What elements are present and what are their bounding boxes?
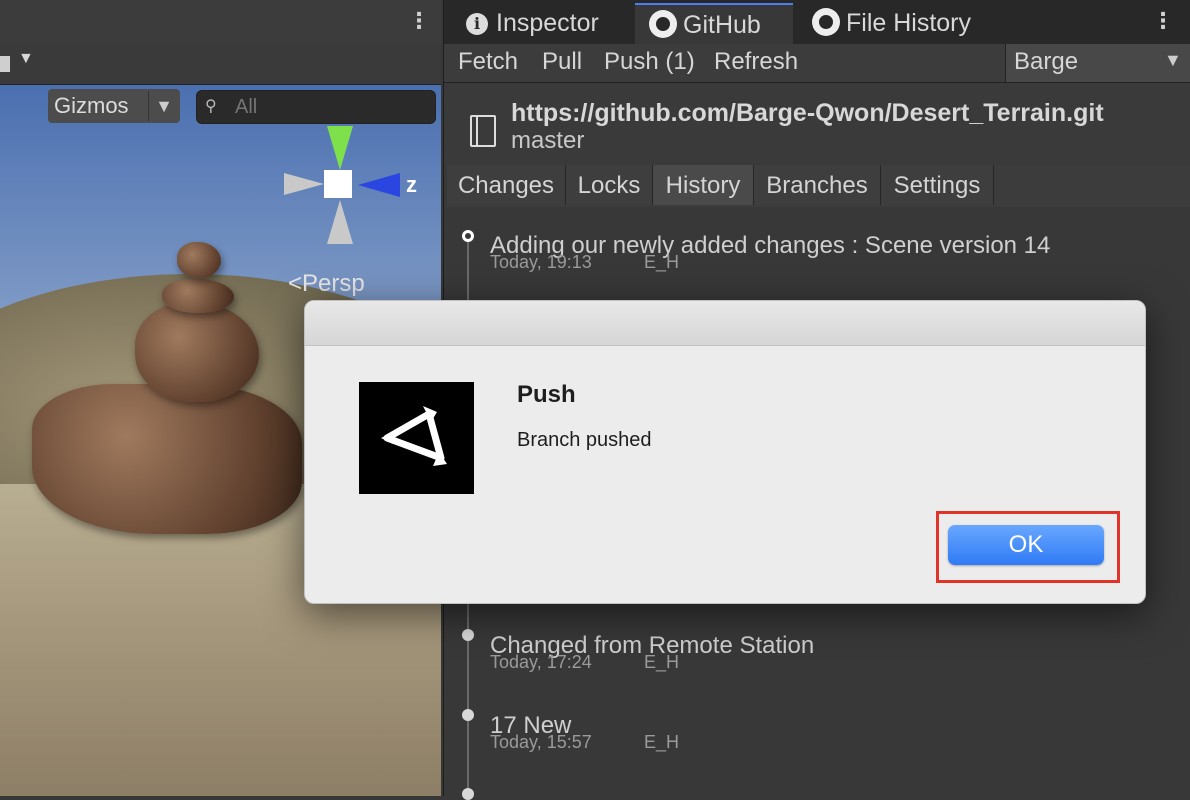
tab-label: File History xyxy=(846,9,972,37)
list-item[interactable]: Changed from Remote Station Today, 17:24… xyxy=(444,626,1190,686)
dialog-message: Branch pushed xyxy=(517,429,652,451)
commit-date: Today, 15:57 xyxy=(490,732,592,752)
tab-label: GitHub xyxy=(683,11,761,39)
pull-button[interactable]: Pull xyxy=(542,48,582,76)
dialog-title: Push xyxy=(517,381,576,408)
chevron-down-icon[interactable]: ▼ xyxy=(148,91,179,121)
commit-author: E_H xyxy=(644,732,680,752)
gizmo-x-cone[interactable] xyxy=(284,173,324,195)
list-item[interactable]: Adding our newly added changes : Scene v… xyxy=(444,226,1190,286)
repo-url: https://github.com/Barge-Qwon/Desert_Ter… xyxy=(511,99,1104,127)
repo-info: https://github.com/Barge-Qwon/Desert_Ter… xyxy=(444,83,1190,165)
gizmo-y-cone[interactable] xyxy=(327,126,353,170)
commit-author: E_H xyxy=(644,652,680,672)
kebab-menu-icon[interactable]: ⋮ xyxy=(1152,8,1174,34)
commit-dot-current xyxy=(462,230,474,242)
ok-button[interactable]: OK xyxy=(948,525,1104,565)
persp-toggle[interactable]: <Persp xyxy=(288,270,365,298)
search-input[interactable] xyxy=(233,94,427,120)
gizmo-neg-y-cone[interactable] xyxy=(327,200,353,244)
tab-file-history[interactable]: File History xyxy=(812,3,1012,44)
rock-medium xyxy=(135,302,259,402)
github-subtabs: Changes Locks History Branches Settings xyxy=(447,165,1190,207)
chevron-down-icon: ▼ xyxy=(1164,50,1182,70)
github-icon xyxy=(649,10,677,38)
rock-top xyxy=(177,242,221,278)
persp-label: Persp xyxy=(302,270,365,297)
push-dialog: Push Branch pushed OK xyxy=(304,300,1146,604)
kebab-menu-icon[interactable]: ⋮ xyxy=(408,8,430,34)
branch-dropdown[interactable]: Barge ▼ xyxy=(1005,44,1190,82)
tab-label: Inspector xyxy=(496,9,599,37)
rock-large xyxy=(32,384,302,534)
list-item[interactable]: 17 New Today, 15:57 E_H xyxy=(444,706,1190,766)
repository-icon xyxy=(470,115,496,147)
subtab-history[interactable]: History xyxy=(653,165,754,205)
tab-github[interactable]: GitHub xyxy=(635,3,793,44)
subtab-settings[interactable]: Settings xyxy=(881,165,994,205)
branch-label: Barge xyxy=(1014,48,1079,75)
audio-toggle-icon[interactable] xyxy=(0,56,10,72)
scene-toolbar: ▼ Gizmos ▼ ⚲ xyxy=(0,44,441,124)
commit-dot xyxy=(462,788,474,800)
commit-date: Today, 17:24 xyxy=(490,652,592,672)
gizmo-z-cone[interactable] xyxy=(358,173,400,197)
rock-small xyxy=(162,279,234,313)
unity-logo-icon xyxy=(359,382,474,494)
github-icon xyxy=(812,8,840,36)
search-field[interactable]: ⚲ xyxy=(196,90,436,124)
gizmos-dropdown[interactable]: Gizmos ▼ xyxy=(48,89,180,123)
github-toolbar: Fetch Pull Push (1) Refresh Barge ▼ xyxy=(444,44,1190,83)
commit-author: E_H xyxy=(644,252,680,272)
gizmo-axis-z-label: z xyxy=(406,172,417,197)
repo-branch: master xyxy=(511,127,585,154)
subtab-branches[interactable]: Branches xyxy=(754,165,881,205)
chevron-left-icon: < xyxy=(288,270,303,297)
info-icon: i xyxy=(466,13,488,35)
push-button[interactable]: Push (1) xyxy=(604,48,695,76)
tab-inspector[interactable]: i Inspector xyxy=(466,3,636,44)
search-icon[interactable]: ⚲ xyxy=(205,96,217,116)
gizmo-center-cube[interactable] xyxy=(324,170,352,198)
dialog-titlebar[interactable] xyxy=(305,301,1145,346)
chevron-down-icon[interactable]: ▼ xyxy=(18,50,34,68)
commit-dot xyxy=(462,629,474,641)
gizmos-label: Gizmos xyxy=(54,93,129,118)
panel-tabs: i Inspector GitHub File History ⋮ xyxy=(444,0,1190,44)
scene-top-bar: ⋮ xyxy=(0,0,441,44)
commit-dot xyxy=(462,709,474,721)
subtab-changes[interactable]: Changes xyxy=(447,165,566,205)
subtab-locks[interactable]: Locks xyxy=(566,165,653,205)
refresh-button[interactable]: Refresh xyxy=(714,48,798,76)
fetch-button[interactable]: Fetch xyxy=(458,48,518,76)
commit-date: Today, 19:13 xyxy=(490,252,592,272)
